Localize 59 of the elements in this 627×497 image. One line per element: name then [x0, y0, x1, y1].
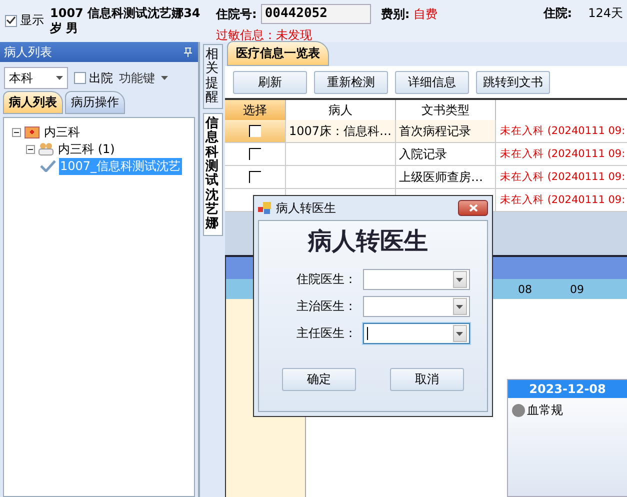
dialog-button[interactable]: 确定 [282, 368, 356, 391]
admission-number-field[interactable]: 00442052 [260, 4, 371, 24]
side-tab[interactable]: 信息科测试沈艺娜 [202, 113, 222, 236]
hour-label: 09 [570, 282, 584, 296]
show-label: 显示 [20, 12, 44, 29]
table-cell: 1007床：信息科… [286, 120, 396, 144]
date-header: 2023-12-08 [508, 380, 627, 398]
dropdown-arrow-icon [456, 304, 463, 308]
dialog-title: 病人转医生 [276, 200, 336, 216]
discharged-checkbox[interactable] [74, 72, 86, 84]
panel-tab[interactable]: 病人列表 [3, 91, 63, 114]
dropdown-arrow-icon [56, 76, 63, 80]
dropdown-arrow-icon [161, 76, 168, 80]
hospital-icon [24, 125, 40, 139]
tree-item[interactable]: 内三科 (1) [57, 140, 116, 158]
event-label[interactable]: 血常规 [527, 402, 563, 419]
toolbar-button[interactable]: 跳转到文书 [476, 70, 550, 94]
dialog-heading: 病人转医生 [308, 225, 428, 257]
close-icon [468, 204, 478, 212]
tree-item[interactable]: 内三科 [43, 124, 81, 140]
pin-icon[interactable] [184, 47, 192, 57]
app-icon [258, 202, 272, 214]
patient-info: 1007 信息科测试沈艺娜34 岁 男 [50, 6, 202, 36]
close-button[interactable] [458, 200, 488, 216]
stay-value: 124天 [588, 5, 623, 22]
table-cell: 首次病程记录 [396, 120, 496, 144]
checkmark-icon [40, 160, 56, 172]
row-checkbox[interactable] [249, 125, 261, 138]
field-label: 主治医生： [296, 298, 356, 315]
collapse-toggle-icon[interactable] [12, 128, 21, 136]
dropdown-arrow-icon [456, 332, 463, 336]
panel-title: 病人列表 [4, 44, 52, 60]
field-label: 主任医生： [296, 325, 356, 342]
fee-label: 费别: [380, 6, 410, 22]
discharged-label: 出院 [89, 70, 113, 86]
toolbar-button[interactable]: 重新检测 [314, 70, 388, 94]
dropdown-arrow-icon [456, 278, 463, 282]
field-label: 住院医生： [296, 271, 356, 288]
admission-label: 住院号: [216, 6, 257, 22]
show-checkbox[interactable] [5, 14, 17, 26]
panel-tab[interactable]: 病历操作 [65, 91, 125, 114]
hour-label: 08 [518, 282, 532, 296]
doctor-combo[interactable] [362, 323, 470, 344]
allergy-info: 过敏信息：未发现 [216, 27, 313, 44]
toolbar-button[interactable]: 详细信息 [395, 70, 469, 94]
function-menu[interactable]: 功能键 [119, 70, 168, 86]
content-tab[interactable]: 医疗信息一览表 [227, 41, 329, 66]
stay-label: 住院: [543, 5, 572, 22]
fee-value: 自费 [414, 6, 438, 22]
collapse-toggle-icon[interactable] [26, 144, 35, 154]
event-dot-icon [512, 404, 525, 417]
department-select[interactable]: 本科 [4, 67, 68, 89]
table-cell: 入院记录 [396, 143, 496, 166]
doctors-icon [38, 142, 54, 156]
table-cell: 上级医师查房… [396, 166, 496, 190]
toolbar-button[interactable]: 刷新 [233, 70, 307, 94]
side-tab[interactable]: 相关提醒 [202, 44, 222, 110]
column-header: 选择 [225, 100, 286, 120]
dialog-button[interactable]: 取消 [390, 368, 464, 391]
